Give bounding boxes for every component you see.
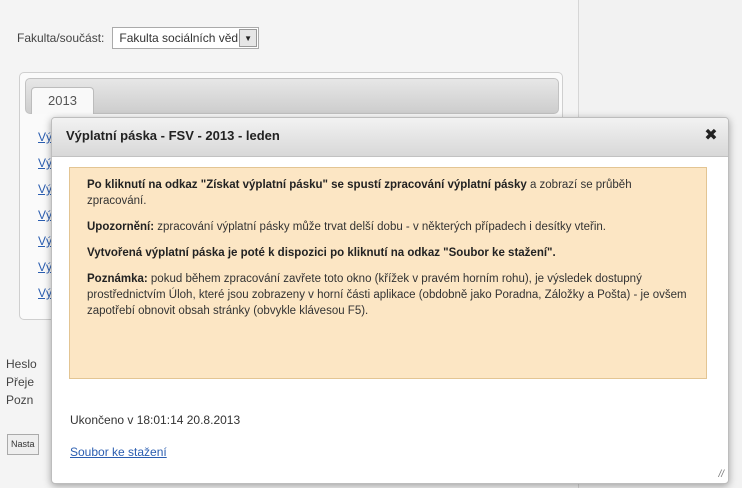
payslip-link[interactable]: Vý [38, 182, 52, 196]
note-text: pokud během zpracování zavřete toto okno… [87, 273, 687, 317]
info-paragraph: Po kliknutí na odkaz "Získat výplatní pá… [87, 177, 689, 209]
info-box: Po kliknutí na odkaz "Získat výplatní pá… [69, 167, 707, 379]
payslip-dialog: Výplatní páska - FSV - 2013 - leden ✖ Po… [51, 117, 729, 484]
payslip-link[interactable]: Vý [38, 130, 52, 144]
payslip-link[interactable]: Vý [38, 208, 52, 222]
faculty-select[interactable]: Fakulta sociálních věd ▼ [112, 27, 260, 49]
faculty-row: Fakulta/součást: Fakulta sociálních věd … [17, 27, 260, 49]
payslip-link[interactable]: Vý [38, 234, 52, 248]
warning-label: Upozornění: [87, 221, 155, 233]
payslip-link[interactable]: Vý [38, 286, 52, 300]
wish-label: Přeje [6, 375, 35, 389]
info-paragraph: Vytvořená výplatní páska je poté k dispo… [87, 245, 689, 261]
status-text: Ukončeno v 18:01:14 20.8.2013 [70, 413, 241, 427]
info-paragraph: Poznámka: pokud během zpracování zavřete… [87, 271, 689, 319]
info-p1-bold: Po kliknutí na odkaz "Získat výplatní pá… [87, 179, 527, 191]
chevron-down-icon[interactable]: ▼ [239, 29, 258, 47]
info-p3-bold: Vytvořená výplatní páska je poté k dispo… [87, 247, 556, 259]
close-icon[interactable]: ✖ [702, 127, 720, 145]
resize-grip-icon[interactable]: // [718, 469, 724, 480]
info-paragraph: Upozornění: zpracování výplatní pásky mů… [87, 219, 689, 235]
settings-button[interactable]: Nasta [7, 434, 39, 455]
faculty-select-value: Fakulta sociálních věd [119, 31, 239, 45]
download-link[interactable]: Soubor ke stažení [70, 445, 167, 459]
note-label: Pozn [6, 393, 34, 407]
faculty-label: Fakulta/součást: [17, 31, 105, 45]
tab-2013[interactable]: 2013 [31, 87, 94, 114]
payslip-link[interactable]: Vý [38, 156, 52, 170]
warning-text: zpracování výplatní pásky může trvat del… [154, 221, 606, 233]
note-label-bold: Poznámka: [87, 273, 148, 285]
payslip-link[interactable]: Vý [38, 260, 52, 274]
password-label: Heslo [6, 357, 37, 371]
dialog-titlebar[interactable]: Výplatní páska - FSV - 2013 - leden ✖ [52, 118, 728, 157]
dialog-title: Výplatní páska - FSV - 2013 - leden [66, 128, 280, 143]
tabs-header: 2013 [25, 78, 559, 114]
